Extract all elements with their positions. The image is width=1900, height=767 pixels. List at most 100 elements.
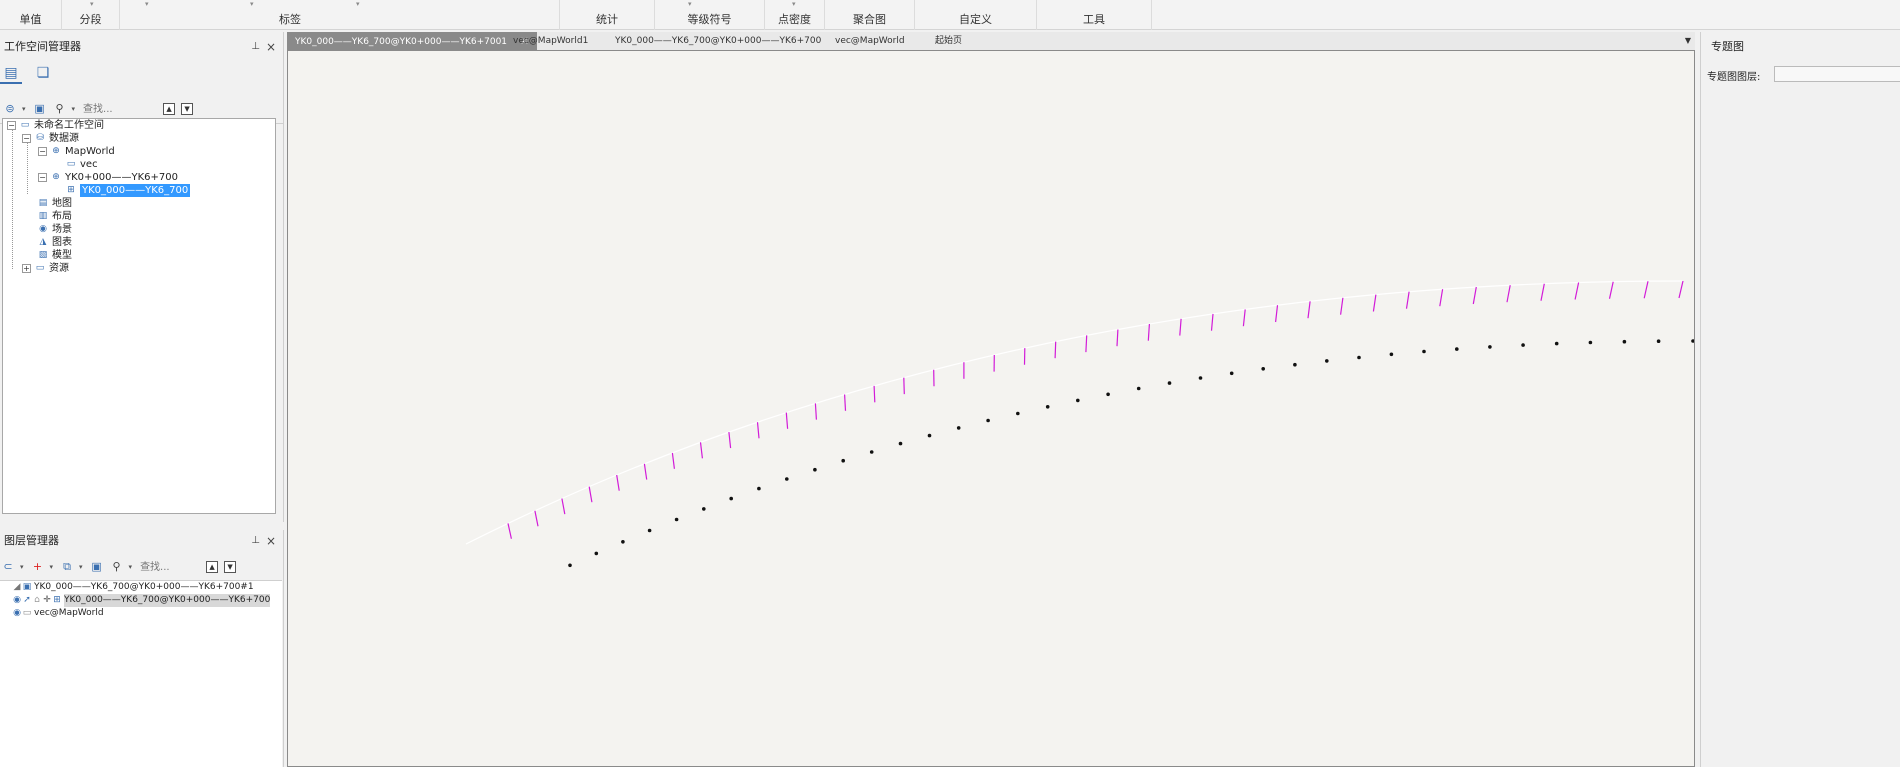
search-down-button[interactable]: ▼: [224, 561, 237, 573]
ribbon-group-range[interactable]: ▾ 分段: [62, 0, 120, 30]
lock-icon[interactable]: ⌂: [32, 594, 42, 607]
ribbon-group-dot-density[interactable]: ▾ 点密度: [765, 0, 825, 30]
dropdown-arrow-icon: ▾: [145, 0, 149, 8]
tree-item-label: vec: [80, 159, 98, 170]
new-file-icon[interactable]: ▣: [32, 101, 48, 117]
workspace-search-input[interactable]: [81, 101, 162, 117]
station-tick: [1210, 313, 1214, 331]
station-tick: [903, 377, 905, 395]
scene-icon: ◉: [39, 224, 47, 234]
map-canvas[interactable]: [287, 50, 1695, 767]
line-dataset-icon: ⊞: [67, 185, 75, 195]
tree-item-vec[interactable]: ▭ vec: [65, 158, 98, 171]
tree-item-mapworld[interactable]: − ⊕ MapWorld: [38, 145, 115, 158]
pin-icon[interactable]: ⊥: [251, 36, 260, 58]
station-point: [757, 486, 761, 491]
layer-item[interactable]: ◉ ➚ ⌂ ✛ ⊞ YK0_000——YK6_700@YK0+000——YK6+…: [12, 594, 271, 607]
tab-map[interactable]: vec@MapWorld: [827, 32, 913, 50]
collapse-icon[interactable]: −: [38, 147, 47, 156]
layer-manager-panel: 图层管理器 ⊥ × ⊂ ▾ + ▾ ⧉ ▾ ▣ ⚲ ▾ ▲ ▼ ◢ ▣ YK0_…: [0, 530, 284, 767]
station-point: [1136, 386, 1141, 391]
tab-map-active[interactable]: YK0_000——YK6_700@YK0+000——YK6+7001 ×: [287, 32, 538, 50]
search-down-button[interactable]: ▼: [181, 103, 194, 115]
station-ticks: [507, 280, 1684, 539]
tree-item-models[interactable]: ▧ 模型: [37, 249, 72, 262]
image-layer-icon[interactable]: ▣: [89, 559, 105, 575]
tree-item-maps[interactable]: ▤ 地图: [37, 197, 72, 210]
tab-start-page[interactable]: 起始页: [927, 32, 970, 50]
search-up-button[interactable]: ▲: [206, 561, 219, 573]
collapse-icon[interactable]: −: [7, 121, 16, 130]
tree-item-workspace[interactable]: − ▭ 未命名工作空间: [7, 119, 104, 132]
station-tick: [814, 403, 817, 420]
search-up-button[interactable]: ▲: [163, 103, 176, 115]
station-point: [1622, 339, 1627, 344]
tab-map[interactable]: YK0_000——YK6_700@YK0+000——YK6+700: [607, 32, 829, 50]
tree-item-layouts[interactable]: ▥ 布局: [37, 210, 72, 223]
workspace-icon: ▭: [20, 120, 30, 130]
dropdown-arrow-icon[interactable]: ▾: [72, 105, 76, 113]
tree-item-label: 场景: [52, 224, 72, 235]
ribbon-group-tools[interactable]: 工具: [1037, 0, 1152, 30]
visible-eye-icon[interactable]: ◉: [12, 607, 22, 620]
station-tick: [1405, 291, 1410, 309]
snap-icon[interactable]: ✛: [42, 594, 52, 607]
dropdown-arrow-icon[interactable]: ▾: [20, 563, 24, 571]
route-centerline: [465, 280, 1684, 545]
tab-label: vec@MapWorld: [835, 36, 905, 46]
dropdown-arrow-icon[interactable]: ▾: [50, 563, 54, 571]
layer-item-label: YK0_000——YK6_700@YK0+000——YK6+700#1: [34, 582, 254, 592]
tree-item-yk-dataset[interactable]: ⊞ YK0_000——YK6_700: [65, 184, 191, 197]
search-icon[interactable]: ⚲: [52, 101, 68, 117]
layer-item[interactable]: ◢ ▣ YK0_000——YK6_700@YK0+000——YK6+700#1: [12, 581, 254, 594]
pin-icon[interactable]: ⊥: [251, 530, 260, 552]
dropdown-arrow-icon[interactable]: ▾: [79, 563, 83, 571]
dropdown-arrow-icon[interactable]: ▾: [22, 105, 26, 113]
visible-eye-icon[interactable]: ◉: [12, 594, 22, 607]
station-point: [785, 477, 789, 481]
station-tick: [1540, 283, 1545, 301]
tree-item-yk-datasource[interactable]: − ⊕ YK0+000——YK6+700: [38, 171, 178, 184]
ribbon-label-label: 标签: [279, 13, 301, 26]
tree-item-label: YK0_000——YK6_700: [80, 184, 191, 197]
tab-list-dropdown-icon[interactable]: ▼: [1685, 32, 1691, 50]
thematic-layer-field[interactable]: [1774, 66, 1900, 82]
thematic-panel-title: 专题图: [1711, 40, 1744, 53]
datasource-icon: ⛁: [36, 133, 44, 143]
ribbon-label-range: 分段: [79, 13, 102, 26]
tree-item-charts[interactable]: ◮ 图表: [37, 236, 72, 249]
ribbon-group-custom[interactable]: 自定义: [915, 0, 1037, 30]
collapse-icon[interactable]: −: [38, 173, 47, 182]
layer-item[interactable]: ◉ ▭ vec@MapWorld: [12, 607, 104, 620]
station-tick: [616, 474, 620, 491]
expand-icon[interactable]: +: [22, 264, 31, 273]
open-workspace-icon[interactable]: ⊜: [2, 101, 18, 117]
add-layer-icon[interactable]: +: [30, 559, 46, 575]
ribbon-group-aggregate[interactable]: 聚合图: [825, 0, 915, 30]
copy-layer-icon[interactable]: ⧉: [59, 559, 75, 575]
tab-map[interactable]: vec@MapWorld1: [505, 32, 596, 50]
resource-tab-icon[interactable]: ❏: [32, 62, 54, 84]
selectable-arrow-icon[interactable]: ➚: [22, 594, 32, 607]
collapse-icon[interactable]: −: [22, 134, 31, 143]
map-svg: [465, 280, 1695, 568]
dropdown-arrow-icon[interactable]: ▾: [129, 563, 133, 571]
station-tick: [534, 510, 539, 527]
tree-item-scenes[interactable]: ◉ 场景: [37, 223, 72, 236]
tree-connector: [12, 129, 13, 269]
station-tick: [1678, 280, 1684, 299]
ribbon-group-label[interactable]: ▾ ▾ ▾ 标签: [120, 0, 560, 30]
tree-item-resources[interactable]: + ▭ 资源: [22, 262, 69, 275]
layer-style-icon[interactable]: ⊂: [0, 559, 16, 575]
station-point: [1293, 362, 1297, 367]
close-icon[interactable]: ×: [266, 36, 276, 58]
close-icon[interactable]: ×: [266, 530, 276, 552]
search-icon[interactable]: ⚲: [109, 559, 125, 575]
ribbon-group-stats[interactable]: 统计: [560, 0, 655, 30]
tree-item-datasources[interactable]: − ⛁ 数据源: [22, 132, 79, 145]
workspace-tab-icon[interactable]: ▤: [0, 62, 22, 84]
ribbon-group-unique-value[interactable]: 单值: [0, 0, 62, 30]
ribbon-group-graduated-symbol[interactable]: ▾ 等级符号: [655, 0, 765, 30]
layer-search-input[interactable]: [138, 559, 201, 575]
station-tick: [1275, 305, 1279, 323]
